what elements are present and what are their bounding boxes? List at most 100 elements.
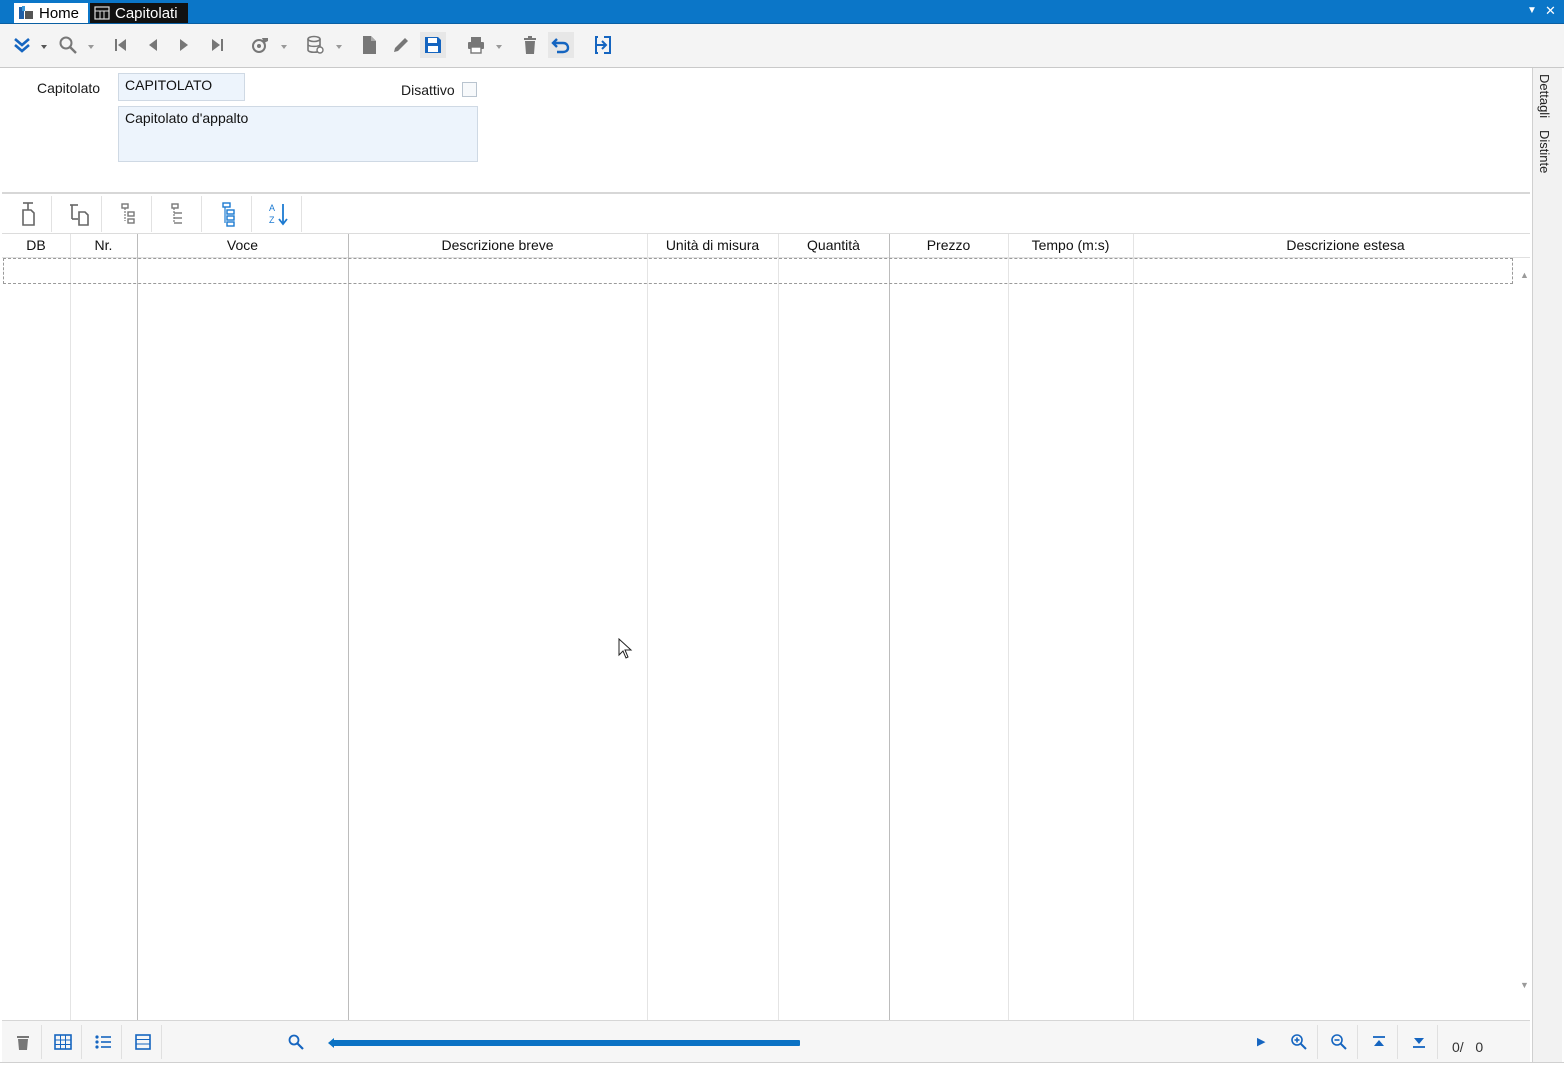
- column-header-descrizione-estesa[interactable]: Descrizione estesa: [1133, 234, 1558, 257]
- expand-menu-button[interactable]: [9, 32, 35, 58]
- save-button[interactable]: [420, 32, 446, 58]
- main-toolbar: [0, 24, 1564, 68]
- search-button[interactable]: [55, 32, 81, 58]
- grid-view-icon: [53, 1034, 72, 1050]
- go-bottom-button[interactable]: [1400, 1025, 1438, 1059]
- delete-button[interactable]: [517, 32, 543, 58]
- zoom-out-button[interactable]: [1320, 1025, 1358, 1059]
- column-divider: [647, 234, 648, 1020]
- expand-menu-caret-icon[interactable]: [40, 38, 48, 49]
- scroll-down-icon[interactable]: ▼: [1520, 980, 1529, 990]
- column-header-prezzo[interactable]: Prezzo: [889, 234, 1008, 257]
- side-tab-distinte[interactable]: Distinte: [1537, 130, 1552, 173]
- side-panel-tabs: Dettagli Distinte: [1532, 68, 1562, 1080]
- tree-outdent-button[interactable]: [154, 196, 202, 232]
- disattivo-checkbox[interactable]: [462, 82, 477, 97]
- next-record-button[interactable]: [171, 32, 197, 58]
- new-row-placeholder[interactable]: [3, 258, 1513, 284]
- grid-footer: ▶ 0/ 0: [2, 1020, 1530, 1062]
- home-icon: [18, 5, 34, 21]
- delete-row-button[interactable]: [4, 1025, 42, 1059]
- list-view-button[interactable]: [84, 1025, 122, 1059]
- tab-home[interactable]: Home: [14, 3, 88, 23]
- next-record-icon: [180, 39, 188, 51]
- prev-record-button[interactable]: [140, 32, 166, 58]
- grid-search-button[interactable]: [277, 1025, 315, 1059]
- database-caret-icon[interactable]: [335, 38, 343, 49]
- database-icon: [307, 35, 324, 54]
- last-record-button[interactable]: [204, 32, 230, 58]
- tab-capitolati[interactable]: Capitolati: [90, 3, 188, 23]
- sort-az-button[interactable]: AZ: [254, 196, 302, 232]
- edit-button[interactable]: [388, 32, 414, 58]
- zoom-in-button[interactable]: [1280, 1025, 1318, 1059]
- tree-expand-button[interactable]: [204, 196, 252, 232]
- first-record-icon: [115, 39, 126, 51]
- column-divider: [70, 234, 71, 1020]
- column-header-nr[interactable]: Nr.: [70, 234, 137, 257]
- column-divider: [137, 234, 138, 1020]
- capitolato-code-field[interactable]: CAPITOLATO: [118, 73, 245, 101]
- go-bottom-icon: [1412, 1038, 1425, 1048]
- tree-expand-icon: [221, 202, 235, 227]
- tree-outdent-icon: [170, 203, 182, 224]
- insert-row-icon: [21, 202, 35, 226]
- zoom-in-icon: [1290, 1034, 1307, 1050]
- new-document-button[interactable]: [356, 32, 382, 58]
- first-record-button[interactable]: [108, 32, 134, 58]
- tools-caret-icon[interactable]: [280, 38, 288, 49]
- column-header-voce[interactable]: Voce: [137, 234, 348, 257]
- print-button[interactable]: [463, 32, 489, 58]
- horizontal-scrollbar[interactable]: [332, 1040, 800, 1046]
- go-top-icon: [1372, 1036, 1385, 1046]
- scroll-up-icon[interactable]: ▲: [1520, 270, 1529, 280]
- undo-icon: [551, 38, 570, 54]
- column-divider: [1008, 234, 1009, 1020]
- tab-capitolati-label: Capitolati: [115, 4, 178, 22]
- search-icon: [288, 1034, 304, 1050]
- tab-home-label: Home: [39, 4, 80, 22]
- detail-view-icon: [134, 1034, 151, 1050]
- column-divider: [889, 234, 890, 1020]
- search-caret-icon[interactable]: [87, 38, 95, 49]
- close-icon[interactable]: ✕: [1545, 3, 1556, 19]
- record-header: Capitolato CAPITOLATO Disattivo Capitola…: [2, 68, 1530, 192]
- print-caret-icon[interactable]: [495, 38, 503, 49]
- tree-indent-icon: [120, 203, 135, 224]
- database-button[interactable]: [302, 32, 328, 58]
- delete-icon: [524, 36, 536, 54]
- prev-record-icon: [149, 39, 157, 51]
- voci-grid[interactable]: DB Nr. Voce Descrizione breve Unità di m…: [2, 234, 1530, 1020]
- grid-toolbar: AZ: [2, 194, 1530, 234]
- scroll-right-icon[interactable]: ▶: [1257, 1035, 1265, 1048]
- exit-button[interactable]: [590, 32, 616, 58]
- column-header-descrizione-breve[interactable]: Descrizione breve: [348, 234, 647, 257]
- grid-view-button[interactable]: [44, 1025, 82, 1059]
- svg-text:Z: Z: [269, 215, 275, 225]
- window-bottom-edge: [0, 1062, 1564, 1082]
- column-header-quantita[interactable]: Quantità: [778, 234, 889, 257]
- last-record-icon: [212, 39, 223, 51]
- tree-indent-button[interactable]: [104, 196, 152, 232]
- window-titlebar: Home Capitolati ▼ ✕: [0, 0, 1564, 24]
- capitolato-description-field[interactable]: Capitolato d'appalto: [118, 106, 478, 162]
- zoom-out-icon: [1330, 1034, 1347, 1050]
- sort-az-icon: AZ: [269, 203, 288, 226]
- insert-row-button[interactable]: [4, 196, 52, 232]
- print-icon: [468, 37, 484, 54]
- column-divider: [778, 234, 779, 1020]
- tab-list-dropdown-icon[interactable]: ▼: [1527, 5, 1537, 16]
- go-top-button[interactable]: [1360, 1025, 1398, 1059]
- detail-view-button[interactable]: [124, 1025, 162, 1059]
- column-header-tempo[interactable]: Tempo (m:s): [1008, 234, 1133, 257]
- column-header-db[interactable]: DB: [2, 234, 70, 257]
- column-header-unita-di-misura[interactable]: Unità di misura: [647, 234, 778, 257]
- side-tab-dettagli[interactable]: Dettagli: [1537, 74, 1552, 118]
- save-icon: [425, 37, 441, 53]
- record-counter: 0/ 0: [1452, 1039, 1484, 1055]
- disattivo-label: Disattivo: [401, 82, 455, 98]
- tools-button[interactable]: [247, 32, 273, 58]
- undo-button[interactable]: [548, 32, 574, 58]
- insert-child-button[interactable]: [54, 196, 102, 232]
- column-divider: [1133, 234, 1134, 1020]
